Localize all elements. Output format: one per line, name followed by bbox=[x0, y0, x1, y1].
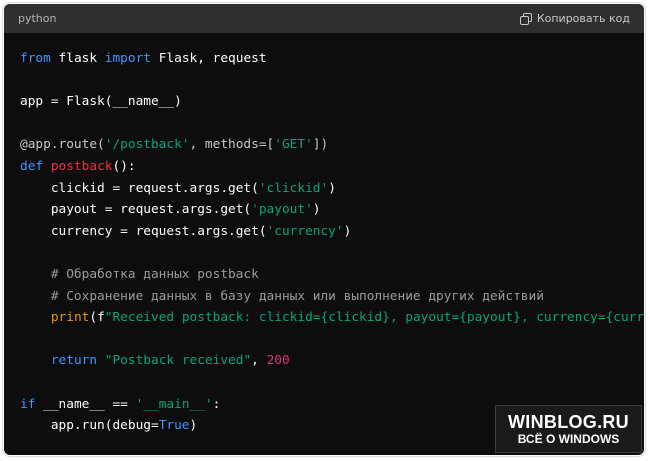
code-token: clickid = request.args.get( bbox=[20, 180, 259, 196]
code-line: payout = request.args.get('payout') bbox=[20, 199, 644, 221]
code-token: return bbox=[50, 353, 98, 369]
code-token: print bbox=[50, 310, 90, 326]
code-token: flask bbox=[50, 51, 105, 66]
code-token: ) bbox=[312, 202, 321, 218]
code-token: "Postback received" bbox=[104, 353, 252, 369]
code-content[interactable]: from flask import Flask, request app = F… bbox=[4, 33, 644, 453]
code-token: ) bbox=[189, 418, 198, 434]
code-token: app = Flask(__name__) bbox=[20, 94, 182, 110]
code-token: Flask, request bbox=[151, 51, 267, 66]
code-token: @app.route( bbox=[20, 137, 105, 153]
code-token: __name__ == bbox=[35, 396, 136, 412]
language-label: python bbox=[18, 12, 57, 25]
watermark-subtitle: ВСЁ О WINDOWS bbox=[517, 431, 620, 446]
code-block: python Копировать код from flask import … bbox=[4, 4, 644, 455]
code-line: print(f"Received postback: clickid={clic… bbox=[20, 307, 644, 329]
code-token: '__main__' bbox=[135, 396, 213, 412]
code-token: : bbox=[212, 396, 221, 412]
code-line: def postback(): bbox=[20, 156, 644, 178]
code-block-header: python Копировать код bbox=[4, 4, 644, 33]
code-token: ]) bbox=[312, 137, 329, 153]
code-token: 200 bbox=[266, 353, 290, 369]
code-token: 'clickid' bbox=[258, 180, 329, 196]
code-token: payout = request.args.get( bbox=[20, 202, 252, 218]
code-token: (f bbox=[89, 310, 105, 326]
copy-code-label: Копировать код bbox=[536, 12, 630, 25]
code-token: ) bbox=[328, 180, 336, 196]
code-line: currency = request.args.get('currency') bbox=[20, 221, 644, 243]
code-line: clickid = request.args.get('clickid') bbox=[20, 178, 644, 200]
code-line: # Сохранение данных в базу данных или вы… bbox=[20, 286, 644, 308]
code-token: 'currency' bbox=[266, 223, 344, 239]
copy-icon bbox=[519, 12, 532, 25]
code-token: (): bbox=[112, 158, 136, 174]
code-token: def bbox=[20, 158, 44, 174]
code-token: postback bbox=[50, 158, 113, 174]
code-token: True bbox=[158, 418, 190, 434]
code-line: @app.route('/postback', methods=['GET']) bbox=[20, 134, 644, 156]
code-token: if bbox=[20, 396, 36, 412]
code-line: app = Flask(__name__) bbox=[20, 91, 644, 113]
code-token: from bbox=[20, 51, 51, 66]
code-token: app.run(debug= bbox=[20, 418, 159, 434]
code-token: , methods=[ bbox=[189, 137, 275, 153]
code-token: '/postback' bbox=[104, 137, 190, 153]
copy-code-button[interactable]: Копировать код bbox=[519, 12, 630, 25]
code-token: import bbox=[104, 51, 151, 66]
code-line: return "Postback received", 200 bbox=[20, 350, 644, 372]
watermark-logo: WINBLOG.RU ВСЁ О WINDOWS bbox=[495, 405, 642, 453]
code-token: , bbox=[251, 353, 267, 369]
code-token: ) bbox=[343, 223, 352, 239]
code-line: # Обработка данных postback bbox=[20, 264, 644, 286]
code-line: from flask import Flask, request bbox=[20, 48, 644, 70]
code-token: # Сохранение данных в базу данных или вы… bbox=[20, 288, 544, 304]
code-token: "Received postback: clickid={clickid}, p… bbox=[104, 310, 644, 326]
code-token: 'GET' bbox=[274, 137, 313, 153]
watermark-title: WINBLOG.RU bbox=[508, 411, 629, 432]
code-token: # Обработка данных postback bbox=[20, 266, 259, 282]
code-token: currency = request.args.get( bbox=[20, 223, 267, 239]
code-token: 'payout' bbox=[251, 202, 313, 218]
